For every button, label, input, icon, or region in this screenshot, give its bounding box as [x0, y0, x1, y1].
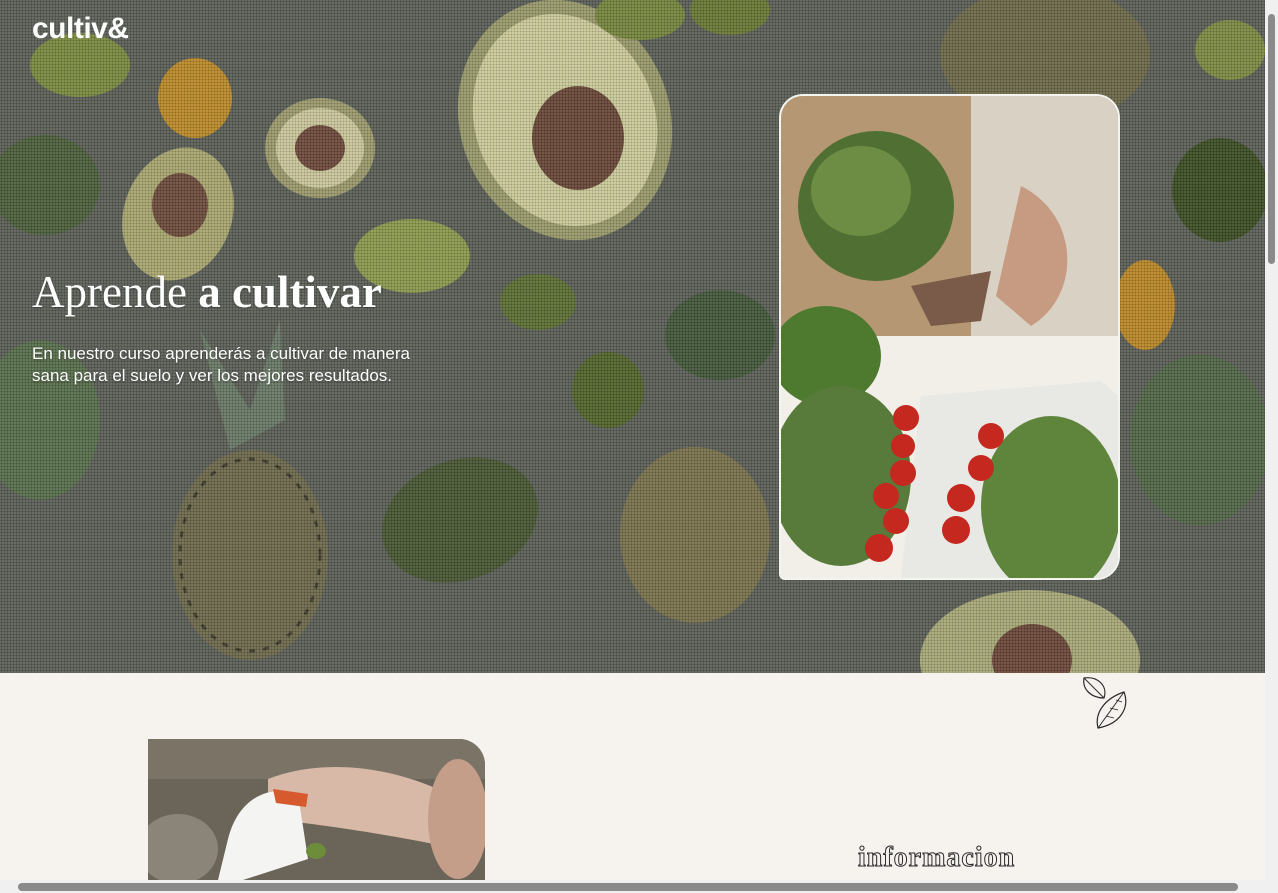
- vertical-scrollbar[interactable]: [1265, 0, 1278, 880]
- brand-logo[interactable]: cultiv&: [32, 12, 129, 46]
- hero-intro-text: En nuestro curso aprenderás a cultivar d…: [32, 344, 410, 385]
- headline-light: Aprende: [32, 267, 187, 317]
- gloved-hand-planting-photo: [148, 739, 485, 880]
- hero-photo: [779, 94, 1120, 580]
- course-photo: [148, 739, 485, 880]
- horizontal-scrollbar-thumb[interactable]: [18, 883, 1238, 891]
- headline-bold: a cultivar: [198, 267, 382, 317]
- horizontal-scrollbar[interactable]: [0, 880, 1278, 893]
- section-heading: informacion: [857, 842, 1016, 874]
- leaves-icon: [1083, 677, 1127, 729]
- hero-headline: Aprende a cultivar: [32, 266, 382, 318]
- hero-section: cultiv& Aprende a cultivar En nuestro cu…: [0, 0, 1265, 673]
- vertical-scrollbar-thumb[interactable]: [1268, 14, 1275, 264]
- herbs-and-tomatoes-photo: [781, 96, 1118, 578]
